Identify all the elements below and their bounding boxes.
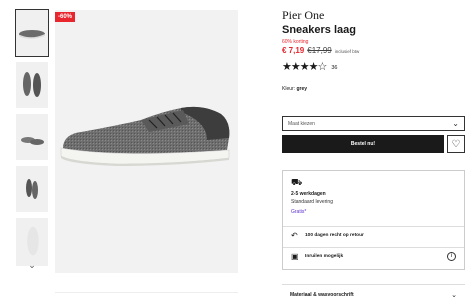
delivery-section: ⛟ 2-5 werkdagen Standaard levering Grati… [283,171,464,216]
truck-icon: ⛟ [291,177,303,187]
heart-icon: ♡ [451,138,461,150]
size-select[interactable]: Maat kiezen ⌄ [282,116,465,131]
product-image[interactable]: -60% [55,10,238,273]
rating[interactable]: ★★★★☆ 36 [282,62,468,73]
brand-name[interactable]: Pier One [282,8,468,23]
delivery-cost[interactable]: Gratis* [291,209,456,215]
buy-row: Bestel nu! ♡ [282,135,465,153]
rating-count: 36 [331,64,338,71]
divider [282,284,465,285]
delivery-info: ⛟ 2-5 werkdagen Standaard levering Grati… [282,170,465,270]
returns-text: 100 dagen recht op retour [305,233,364,238]
price-row: € 7,19 €17,99 inclusief btw [282,46,468,55]
info-icon[interactable]: i [447,252,456,261]
return-arrow-icon: ↶ [291,231,298,240]
delivery-days: 2-5 werkdagen [291,191,326,197]
divider [55,292,238,293]
chevron-down-icon: ⌄ [451,292,457,298]
chevron-down-icon: ⌄ [452,119,459,128]
thumbnail-2[interactable] [16,62,48,108]
material-accordion[interactable]: Materiaal & wasvoorschrift ⌄ [282,289,465,298]
discount-badge: -60% [55,12,76,22]
discount-label: 60% korting [282,39,309,45]
add-to-cart-button[interactable]: Bestel nu! [282,135,444,153]
sneaker-image [60,106,230,166]
wishlist-button[interactable]: ♡ [447,135,465,153]
thumbnail-list [15,9,49,272]
exchange-row: ▣ Inruilen mogelijk i [283,247,464,265]
returns-row: ↶ 100 dagen recht op retour [283,226,464,244]
size-placeholder: Maat kiezen [288,120,315,127]
original-price: €17,99 [307,46,332,55]
product-info: Pier One Sneakers laag 60% korting € 7,1… [282,8,468,92]
product-title: Sneakers laag [282,24,356,36]
thumbnail-1[interactable] [15,9,49,57]
material-label: Materiaal & wasvoorschrift [290,292,354,298]
color-info: Kleur: grey [282,86,468,92]
delivery-method: Standaard levering [291,199,333,205]
thumbnail-4[interactable] [16,166,48,212]
star-rating-icon: ★★★★☆ [282,61,327,73]
price-note: inclusief btw [334,49,360,54]
color-label: Kleur: [282,86,296,92]
box-icon: ▣ [291,252,299,261]
chevron-down-icon[interactable]: ⌄ [25,259,39,271]
thumbnail-3[interactable] [16,114,48,160]
exchange-text: Inruilen mogelijk [305,254,344,259]
color-value: grey [296,86,308,92]
current-price: € 7,19 [282,46,305,55]
